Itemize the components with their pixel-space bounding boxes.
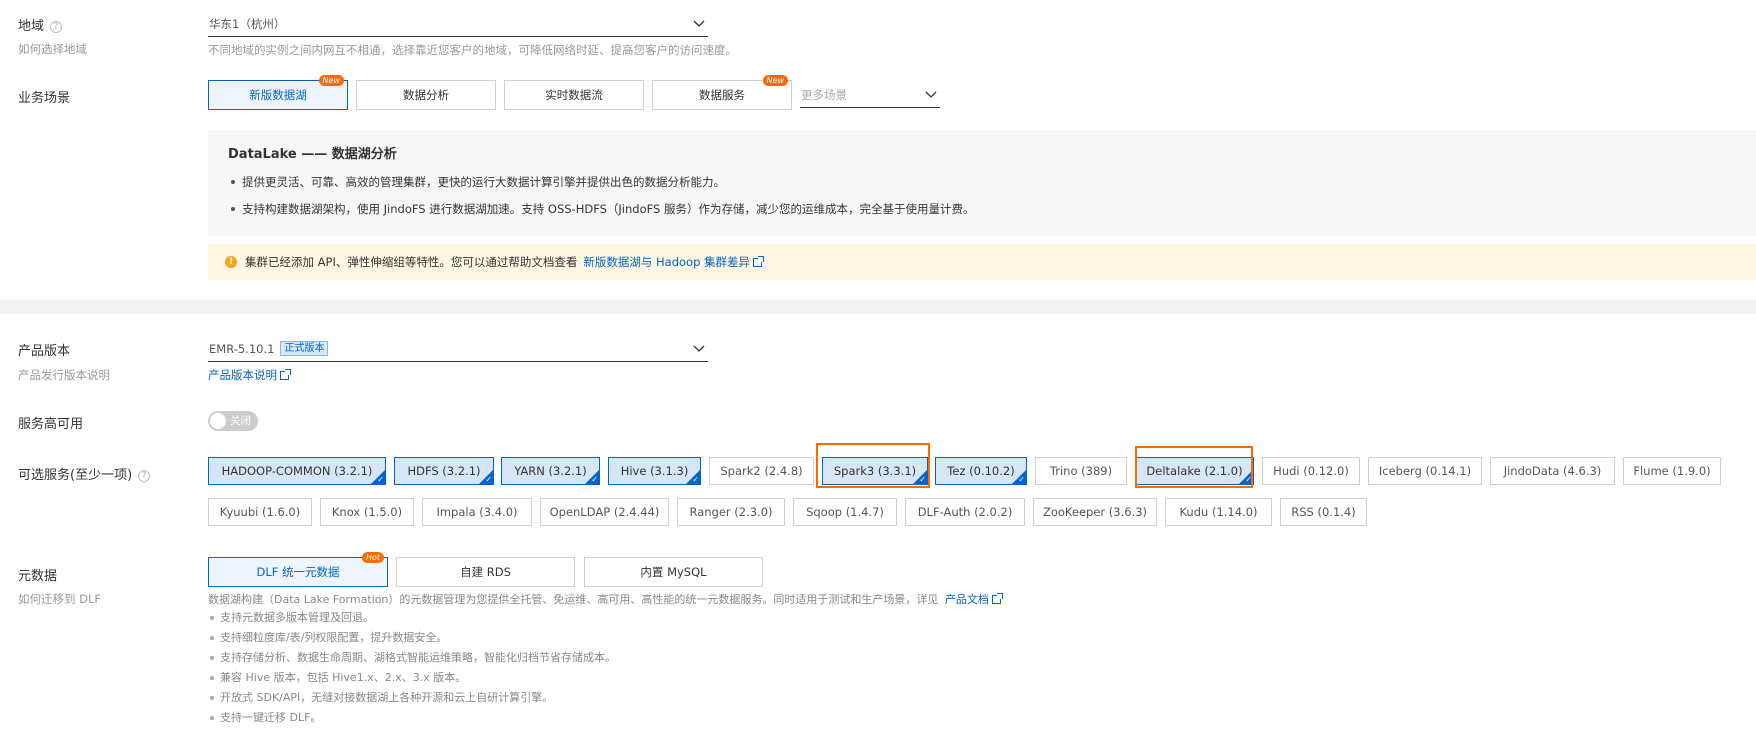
- help-icon[interactable]: ?: [50, 21, 63, 33]
- metadata-label: 元数据: [18, 569, 58, 584]
- check-icon: ✓: [1018, 475, 1025, 484]
- chevron-down-icon: [693, 345, 705, 352]
- scenario-option-analytics[interactable]: 数据分析: [356, 80, 496, 110]
- more-scenarios-placeholder: 更多场景: [801, 87, 847, 102]
- ha-toggle[interactable]: 关闭: [208, 411, 258, 431]
- scenario-label: 业务场景: [18, 91, 71, 106]
- service-hadoop-common[interactable]: HADOOP-COMMON (3.2.1) ✓: [208, 457, 386, 485]
- list-item: 开放式 SDK/API，无缝对接数据湖上各种开源和云上自研计算引擎。: [208, 688, 616, 708]
- check-icon: ✓: [1245, 475, 1252, 484]
- region-help-link[interactable]: 如何选择地域: [18, 41, 87, 57]
- chevron-down-icon: [925, 91, 937, 98]
- metadata-option-mysql[interactable]: 内置 MySQL: [584, 557, 763, 587]
- new-badge: New: [318, 75, 344, 86]
- version-value: EMR-5.10.1: [209, 341, 275, 356]
- help-icon[interactable]: ?: [138, 470, 151, 482]
- metadata-option-rds[interactable]: 自建 RDS: [396, 557, 575, 587]
- service-flume[interactable]: Flume (1.9.0): [1623, 457, 1721, 485]
- toggle-text: 关闭: [230, 415, 251, 427]
- warning-link[interactable]: 新版数据湖与 Hadoop 集群差异: [583, 254, 765, 270]
- service-jindodata[interactable]: JindoData (4.6.3): [1490, 457, 1615, 485]
- service-rss[interactable]: RSS (0.1.4): [1280, 498, 1367, 526]
- list-item: 兼容 Hive 版本，包括 Hive1.x、2.x、3.x 版本。: [208, 668, 616, 688]
- scenario-option-label: 数据服务: [699, 88, 745, 102]
- region-select[interactable]: 华东1（杭州）: [208, 11, 708, 37]
- highlight-box: [1135, 446, 1253, 488]
- service-hive[interactable]: Hive (3.1.3) ✓: [608, 457, 701, 485]
- scenario-option-label: 新版数据湖: [249, 88, 307, 102]
- scenario-option-dataserving[interactable]: 数据服务 New: [652, 75, 792, 110]
- check-icon: ✓: [692, 475, 699, 484]
- panel-bullet: 提供更灵活、可靠、高效的管理集群，更快的运行大数据计算引擎并提供出色的数据分析能…: [228, 174, 974, 190]
- metadata-option-label: 自建 RDS: [460, 565, 511, 579]
- metadata-migrate-link[interactable]: 如何迁移到 DLF: [18, 591, 101, 607]
- service-openldap[interactable]: OpenLDAP (2.4.44): [540, 498, 669, 526]
- check-icon: ✓: [377, 475, 384, 484]
- new-badge: New: [762, 75, 788, 86]
- list-item: 支持一键迁移 DLF。: [208, 708, 616, 728]
- service-dlf-auth[interactable]: DLF-Auth (2.0.2): [905, 498, 1025, 526]
- list-item: 支持元数据多版本管理及回退。: [208, 608, 616, 628]
- scenario-option-datalake[interactable]: 新版数据湖 New: [208, 75, 348, 110]
- check-icon: ✓: [919, 475, 926, 484]
- service-iceberg[interactable]: Iceberg (0.14.1): [1368, 457, 1482, 485]
- scenario-option-label: 实时数据流: [545, 88, 603, 102]
- region-label: 地域?: [18, 15, 63, 34]
- service-spark2[interactable]: Spark2 (2.4.8): [709, 457, 814, 485]
- external-link-icon: [991, 593, 1003, 604]
- region-select-value: 华东1（杭州）: [209, 16, 286, 31]
- service-ranger[interactable]: Ranger (2.3.0): [677, 498, 785, 526]
- scenario-description-panel: DataLake —— 数据湖分析 提供更灵活、可靠、高效的管理集群，更快的运行…: [208, 130, 1756, 236]
- service-sqoop[interactable]: Sqoop (1.4.7): [793, 498, 897, 526]
- check-icon: ✓: [591, 475, 598, 484]
- highlight-box: [816, 443, 930, 488]
- version-select[interactable]: EMR-5.10.1 正式版本: [208, 336, 708, 362]
- warning-banner: ! 集群已经添加 API、弹性伸缩组等特性。您可以通过帮助文档查看 新版数据湖与…: [208, 244, 1756, 280]
- external-link-icon: [753, 256, 765, 267]
- hot-badge: Hot: [361, 552, 384, 563]
- metadata-option-label: DLF 统一元数据: [256, 565, 340, 579]
- toggle-knob: [210, 413, 226, 429]
- service-trino[interactable]: Trino (389): [1035, 457, 1127, 485]
- list-item: 支持细粒度库/表/列权限配置，提升数据安全。: [208, 628, 616, 648]
- service-zookeeper[interactable]: ZooKeeper (3.6.3): [1033, 498, 1157, 526]
- service-hdfs[interactable]: HDFS (3.2.1) ✓: [394, 457, 494, 485]
- external-link-icon: [280, 369, 291, 380]
- service-impala[interactable]: Impala (3.4.0): [422, 498, 532, 526]
- ha-label: 服务高可用: [18, 417, 84, 432]
- section-divider: [0, 300, 1756, 314]
- services-label: 可选服务(至少一项)?: [18, 464, 151, 483]
- chevron-down-icon: [693, 20, 705, 27]
- warning-text: 集群已经添加 API、弹性伸缩组等特性。您可以通过帮助文档查看: [245, 255, 578, 269]
- version-sub: 产品发行版本说明: [18, 368, 110, 382]
- region-hint: 不同地域的实例之间内网互不相通，选择靠近您客户的地域，可降低网络时延、提高您客户…: [208, 43, 737, 57]
- panel-title: DataLake —— 数据湖分析: [228, 147, 397, 162]
- service-hudi[interactable]: Hudi (0.12.0): [1262, 457, 1360, 485]
- service-kudu[interactable]: Kudu (1.14.0): [1165, 498, 1272, 526]
- service-yarn[interactable]: YARN (3.2.1) ✓: [501, 457, 600, 485]
- version-label: 产品版本: [18, 344, 71, 359]
- metadata-option-dlf[interactable]: DLF 统一元数据 Hot: [208, 552, 388, 587]
- service-tez[interactable]: Tez (0.10.2) ✓: [935, 457, 1027, 485]
- service-knox[interactable]: Knox (1.5.0): [320, 498, 414, 526]
- service-kyuubi[interactable]: Kyuubi (1.6.0): [208, 498, 312, 526]
- version-notes-link[interactable]: 产品版本说明: [208, 367, 291, 383]
- metadata-description: 数据湖构建（Data Lake Formation）的元数据管理为您提供全托管、…: [208, 591, 1003, 607]
- scenario-option-realtime[interactable]: 实时数据流: [504, 80, 644, 110]
- warning-icon: !: [225, 256, 237, 268]
- metadata-option-label: 内置 MySQL: [640, 565, 707, 579]
- metadata-feature-list: 支持元数据多版本管理及回退。 支持细粒度库/表/列权限配置，提升数据安全。 支持…: [208, 608, 616, 728]
- product-docs-link[interactable]: 产品文档: [945, 593, 1003, 606]
- panel-bullet: 支持构建数据湖架构，使用 JindoFS 进行数据湖加速。支持 OSS-HDFS…: [228, 201, 974, 217]
- check-icon: ✓: [485, 475, 492, 484]
- more-scenarios-select[interactable]: 更多场景: [800, 82, 940, 108]
- list-item: 支持存储分析、数据生命周期、湖格式智能运维策略，智能化归档节省存储成本。: [208, 648, 616, 668]
- scenario-option-label: 数据分析: [403, 88, 449, 102]
- version-status-badge: 正式版本: [280, 341, 329, 356]
